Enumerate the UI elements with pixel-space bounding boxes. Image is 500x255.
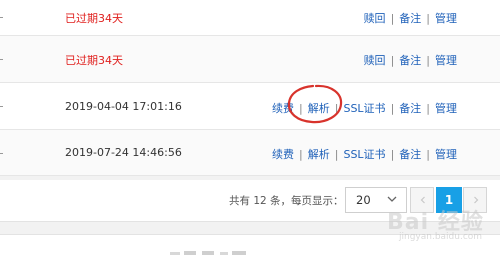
dns-resolve-link[interactable]: 解析 [308, 102, 330, 115]
ssl-certificate-link[interactable]: SSL证书 [343, 148, 385, 161]
expiry-date: 2019-07-24 14:46:56 [65, 146, 182, 159]
chevron-right-icon [474, 196, 479, 204]
page-size-select[interactable]: 20 [345, 187, 407, 213]
separator: | [426, 102, 430, 115]
lower-panel [0, 234, 500, 255]
page-number-current[interactable]: 1 [436, 187, 462, 213]
cropped-text-fragment [170, 251, 246, 255]
separator: | [299, 102, 303, 115]
separator: | [390, 148, 395, 161]
note-link[interactable]: 备注 [399, 54, 421, 67]
manage-link[interactable]: 管理 [435, 12, 457, 25]
separator: | [426, 54, 430, 67]
row-edge-marker [0, 106, 3, 107]
page-size-value: 20 [356, 193, 371, 207]
manage-link[interactable]: 管理 [435, 54, 457, 67]
note-link[interactable]: 备注 [399, 148, 421, 161]
pagination-bar: 共有 12 条，每页显示： 20 1 [0, 180, 500, 222]
domain-table: 已过期34天 赎回 | 备注 | 管理 已过期34天 赎回 | 备注 | 管理 2019-04-… [0, 0, 500, 176]
next-page-button[interactable] [463, 187, 487, 213]
table-row: 2019-07-24 14:46:56 续费 | 解析 | SSL证书 | 备注 | 管理 [0, 130, 500, 176]
renew-link[interactable]: 续费 [272, 148, 294, 161]
redeem-link[interactable]: 赎回 [364, 12, 386, 25]
row-edge-marker [0, 59, 3, 60]
note-link[interactable]: 备注 [399, 102, 421, 115]
row-edge-marker [0, 17, 3, 18]
redeem-link[interactable]: 赎回 [364, 54, 386, 67]
row-actions: 续费 | 解析 | SSL证书 | 备注 | 管理 [272, 100, 457, 116]
dns-resolve-link[interactable]: 解析 [308, 148, 330, 161]
table-row: 已过期34天 赎回 | 备注 | 管理 [0, 0, 500, 36]
note-link[interactable]: 备注 [399, 12, 421, 25]
chevron-left-icon [420, 196, 425, 204]
row-edge-marker [0, 153, 3, 154]
separator: | [426, 148, 430, 161]
row-actions: 赎回 | 备注 | 管理 [364, 10, 457, 26]
renew-link[interactable]: 续费 [272, 102, 294, 115]
chevron-down-icon [387, 196, 397, 202]
domain-list-page: 已过期34天 赎回 | 备注 | 管理 已过期34天 赎回 | 备注 | 管理 2019-04-… [0, 0, 500, 255]
expiry-date: 2019-04-04 17:01:16 [65, 100, 182, 113]
table-row: 已过期34天 赎回 | 备注 | 管理 [0, 36, 500, 83]
separator: | [390, 12, 395, 25]
table-row: 2019-04-04 17:01:16 续费 | 解析 | SSL证书 | 备注 | 管理 [0, 83, 500, 130]
separator: | [390, 54, 395, 67]
separator: | [334, 102, 339, 115]
manage-link[interactable]: 管理 [435, 102, 457, 115]
row-actions: 续费 | 解析 | SSL证书 | 备注 | 管理 [272, 146, 457, 162]
separator: | [390, 102, 395, 115]
separator: | [334, 148, 339, 161]
separator: | [426, 12, 430, 25]
manage-link[interactable]: 管理 [435, 148, 457, 161]
prev-page-button[interactable] [410, 187, 434, 213]
separator: | [299, 148, 303, 161]
expiry-status: 已过期34天 [65, 54, 123, 67]
row-actions: 赎回 | 备注 | 管理 [364, 52, 457, 68]
ssl-certificate-link[interactable]: SSL证书 [343, 102, 385, 115]
pagination-summary: 共有 12 条，每页显示： [229, 195, 344, 207]
expiry-status: 已过期34天 [65, 12, 123, 25]
